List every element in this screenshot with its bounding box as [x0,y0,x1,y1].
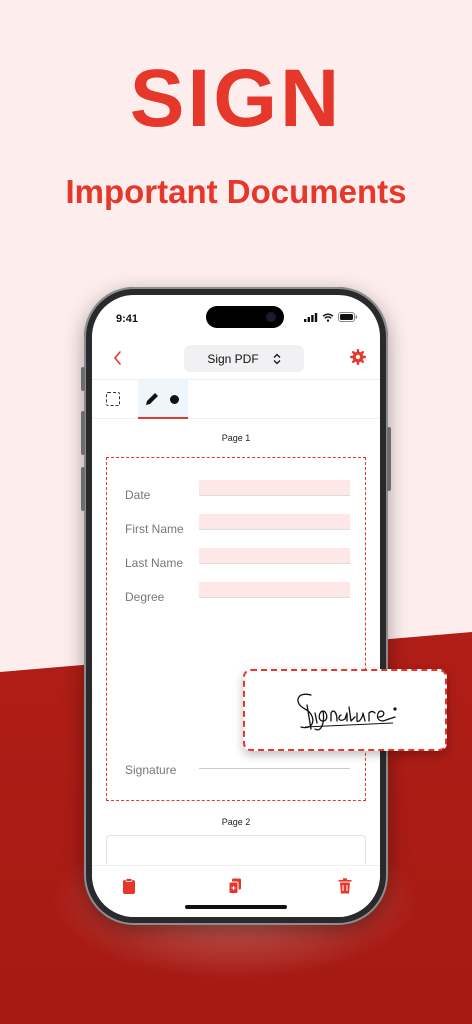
form-label-signature: Signature [125,763,177,777]
annotation-toolbar [92,379,380,419]
wifi-icon [322,313,334,322]
power-button [387,427,391,491]
battery-icon [338,312,358,322]
page-2-label: Page 2 [221,817,251,827]
page-1-label: Page 1 [221,433,251,443]
form-label-degree: Degree [125,590,165,604]
navigation-bar: Sign PDF [92,339,380,379]
form-field-last-name[interactable] [199,548,350,564]
form-label-last-name: Last Name [125,556,184,570]
form-field-degree[interactable] [199,582,350,598]
status-icons [304,312,358,322]
volume-up-button [81,411,85,455]
chevron-left-icon[interactable] [108,347,128,369]
document-selector-label: Sign PDF [207,351,259,366]
signature-line[interactable] [199,768,350,769]
pen-icon [146,393,158,405]
form-label-first-name: First Name [125,522,184,536]
selection-tool-icon[interactable] [106,392,120,406]
pen-dot-icon [170,395,179,404]
status-time: 9:41 [116,313,139,325]
clipboard-icon[interactable] [122,878,136,894]
handwritten-signature [297,693,397,731]
hero-title: SIGN [129,53,343,144]
document-canvas[interactable]: Page 1 Date First Name Last Name Degree … [92,419,380,875]
signature-card[interactable]: Signature [243,669,447,751]
home-indicator [185,905,287,909]
document-selector[interactable]: Sign PDF [184,345,304,372]
chevron-up-down-icon [273,353,281,364]
form-label-date: Date [125,488,151,502]
copy-icon[interactable] [228,878,242,894]
phone-frame: 9:41 Sign PDF Page 1 Date First Name Las… [81,287,391,925]
gear-icon[interactable] [350,349,366,365]
cellular-signal-icon [304,312,318,322]
trash-icon[interactable] [338,878,352,894]
hero-subtitle: Important Documents [65,173,407,210]
phone-screen: 9:41 Sign PDF Page 1 Date First Name Las… [92,295,380,917]
bottom-action-bar [92,865,380,917]
mute-switch [81,367,85,391]
pen-tool-tab[interactable] [138,380,188,419]
form-field-first-name[interactable] [199,514,350,530]
volume-down-button [81,467,85,511]
dynamic-island [206,306,284,328]
form-field-date[interactable] [199,480,350,496]
